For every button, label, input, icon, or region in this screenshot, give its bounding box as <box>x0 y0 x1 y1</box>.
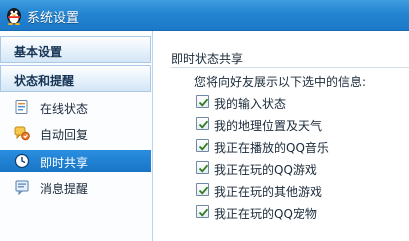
qq-penguin-icon <box>5 5 23 25</box>
option-label: 我正在玩的QQ宠物 <box>214 207 317 221</box>
checkbox[interactable] <box>196 161 209 174</box>
sidebar-item-auto-reply[interactable]: 自动回复 <box>0 122 151 144</box>
checkmark-icon <box>198 164 209 173</box>
checkmark-icon <box>198 208 209 217</box>
message-alert-icon <box>14 179 30 196</box>
instant-share-icon <box>14 153 30 169</box>
intro-text: 您将向好友展示以下选中的信息: <box>194 75 367 89</box>
sidebar-group-status-and-alerts[interactable]: 状态和提醒 <box>0 65 151 92</box>
option-label: 我的地理位置及天气 <box>214 119 323 133</box>
checkbox[interactable] <box>196 139 209 152</box>
option-label: 我正在玩的QQ游戏 <box>214 163 317 177</box>
checkmark-icon <box>198 186 209 195</box>
option-label: 我正在播放的QQ音乐 <box>214 141 329 155</box>
checkbox[interactable] <box>196 205 209 218</box>
title-bar[interactable]: 系统设置 <box>0 0 409 31</box>
sidebar-item-label: 在线状态 <box>40 102 89 116</box>
checkmark-icon <box>198 142 209 151</box>
window-title: 系统设置 <box>27 11 80 26</box>
section-title: 即时状态共享 <box>171 52 244 66</box>
option-label: 我的输入状态 <box>214 97 287 111</box>
sidebar-item-label: 自动回复 <box>40 128 89 142</box>
auto-reply-icon <box>14 125 30 141</box>
sidebar-item-message-alert[interactable]: 消息提醒 <box>0 176 151 198</box>
sidebar-group-basic-settings[interactable]: 基本设置 <box>0 36 151 63</box>
sidebar-item-label: 即时共享 <box>40 156 89 170</box>
checkbox[interactable] <box>196 183 209 196</box>
sidebar-item-instant-share[interactable]: 即时共享 <box>0 150 151 172</box>
checkmark-icon <box>198 120 209 129</box>
sidebar-item-label: 消息提醒 <box>40 182 89 196</box>
checkmark-icon <box>198 98 209 107</box>
option-label: 我正在玩的其他游戏 <box>214 185 323 199</box>
checkbox[interactable] <box>196 117 209 130</box>
sidebar: 基本设置 状态和提醒 在线状态 自动回复 即时共享 消息提醒 <box>0 31 153 241</box>
sidebar-group-label: 基本设置 <box>14 45 63 59</box>
checkbox[interactable] <box>196 95 209 108</box>
online-status-icon <box>14 99 30 115</box>
sidebar-group-label: 状态和提醒 <box>14 74 75 88</box>
section-divider <box>171 67 409 68</box>
sidebar-item-online-status[interactable]: 在线状态 <box>0 96 151 118</box>
